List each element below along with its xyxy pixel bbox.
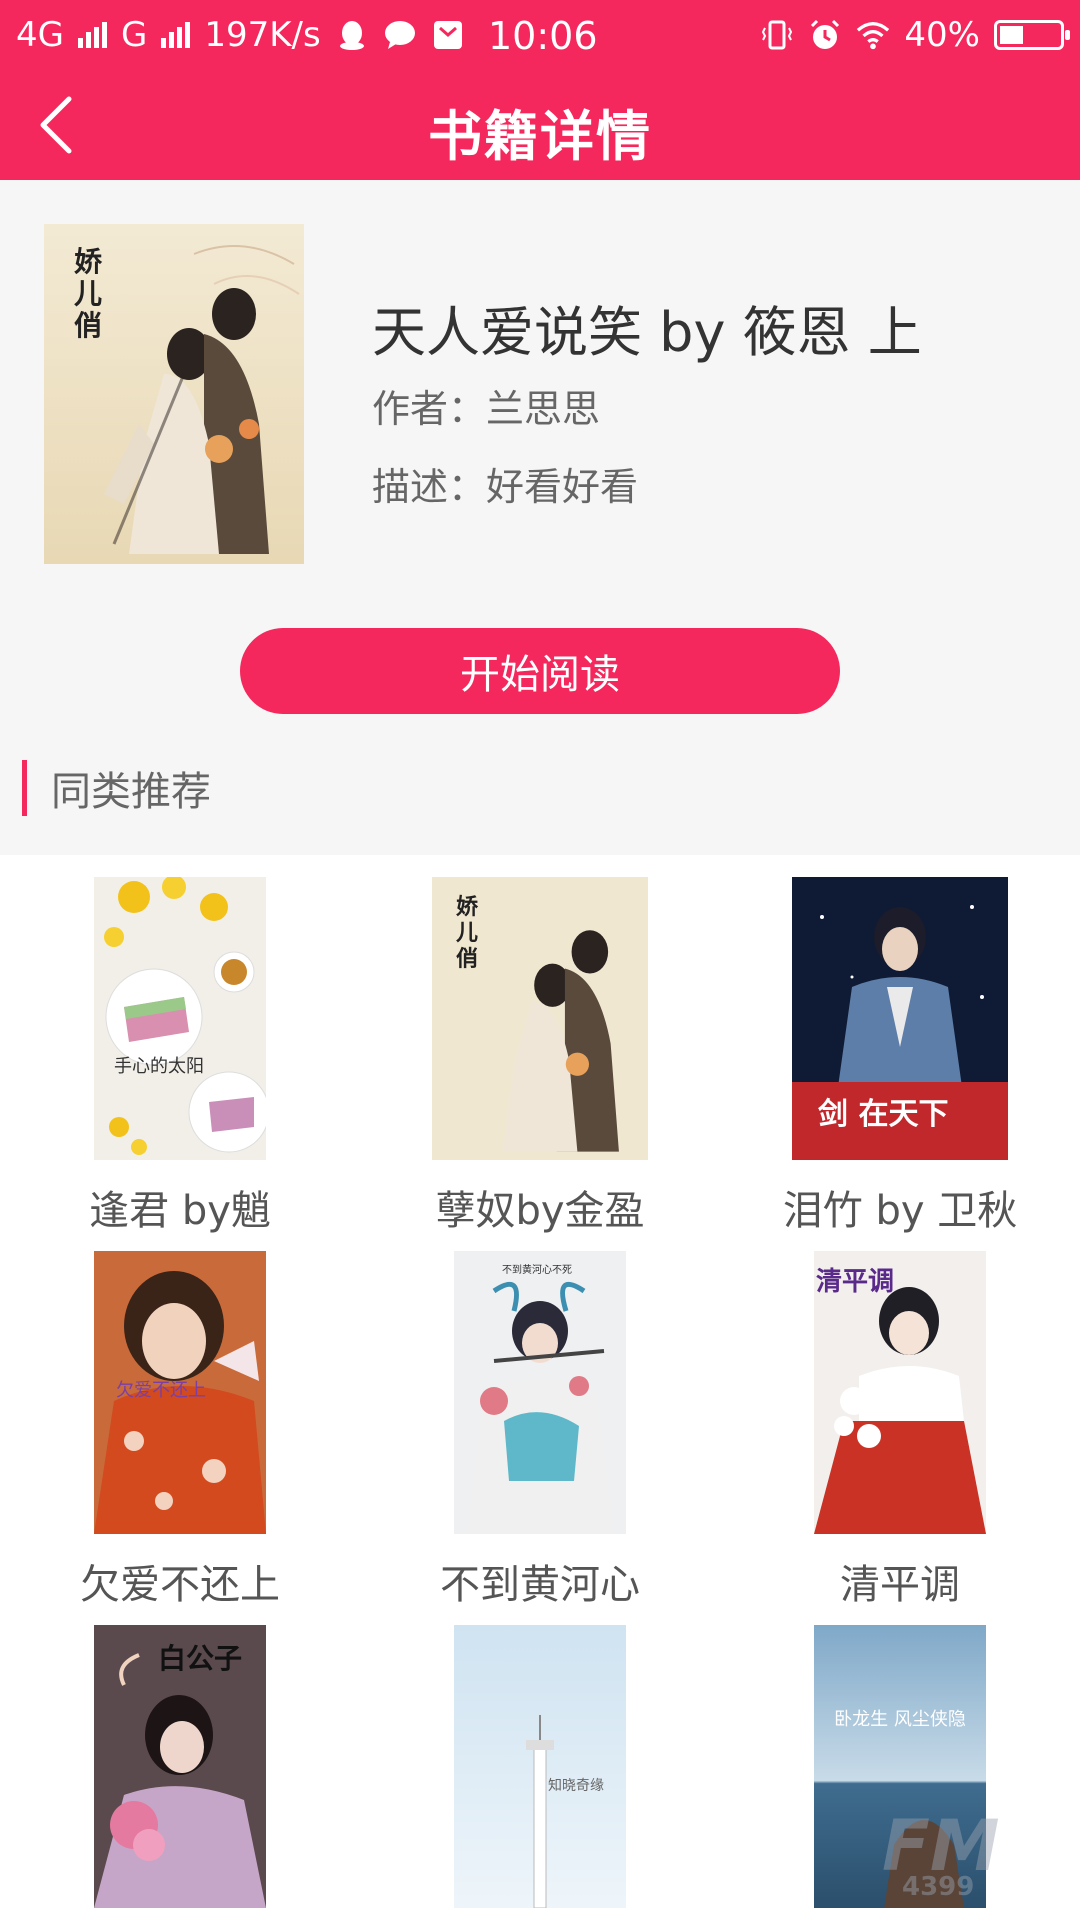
book-author: 作者：兰思思 [372,387,601,431]
recommendation-item[interactable]: 欠爱不还上 欠爱不还上 [0,1251,360,1610]
book-detail-section: 娇儿俏 天人爱说笑 by 筱恩 上 作者：兰思思 描述：好看好看 开始阅读 同类… [0,180,1080,855]
recommendation-cover-text: 知晓奇缘 [548,1778,604,1794]
recommendation-item[interactable]: 剑 在天下 泪竹 by 卫秋 [720,877,1080,1236]
recommendation-item[interactable]: 知晓奇缘 [360,1625,720,1926]
recommendation-cover-text: 手心的太阳 [114,1056,204,1077]
recommendation-item[interactable]: 清平调 清平调 [720,1251,1080,1610]
start-reading-button[interactable]: 开始阅读 [240,628,840,714]
signal-icon [77,22,107,48]
status-bar: 4G G 197K/s 10:06 40% [0,0,1080,70]
watermark-text: 4399 [902,1872,975,1902]
recommendation-cover[interactable]: 剑 在天下 [792,877,1008,1160]
section-header: 同类推荐 [22,760,211,816]
book-cover[interactable]: 娇儿俏 [44,224,304,564]
recommendation-cover[interactable]: 知晓奇缘 [454,1625,626,1908]
recommendation-item[interactable]: 娇儿俏 孽奴by金盈 [360,877,720,1236]
recommendation-title: 逢君 by魈 [89,1188,271,1234]
recommendation-item[interactable]: 不到黄河心不死 不到黄河心 [360,1251,720,1610]
recommendation-title: 泪竹 by 卫秋 [782,1188,1018,1234]
recommendation-cover-text: 剑 在天下 [818,1097,949,1132]
recommendation-cover-text: 清平调 [816,1267,895,1297]
recommendation-cover[interactable]: 不到黄河心不死 [454,1251,626,1534]
battery-icon [994,20,1070,50]
chat-bubble-icon [383,18,417,52]
clock: 10:06 [488,14,598,58]
recommendation-cover[interactable]: 白公子 [94,1625,266,1908]
page-title: 书籍详情 [428,105,652,168]
vibrate-icon [760,18,794,52]
recommendation-cover[interactable]: 手心的太阳 [94,877,266,1160]
qq-icon [335,18,369,52]
section-title: 同类推荐 [51,769,211,815]
alarm-icon [808,18,842,52]
recommendation-cover[interactable]: 欠爱不还上 [94,1251,266,1534]
recommendation-cover[interactable]: 清平调 [814,1251,986,1534]
book-title: 天人爱说笑 by 筱恩 上 [372,301,922,364]
book-description: 描述：好看好看 [372,465,639,509]
recommendation-cover[interactable]: 娇儿俏 [432,877,648,1160]
recommendation-cover-text: 卧龙生 风尘侠隐 [834,1709,966,1730]
battery-percent: 40% [904,15,980,55]
mail-icon [431,18,465,52]
site-watermark: FM 4399 [882,1800,1052,1905]
recommendation-title: 孽奴by金盈 [435,1188,645,1234]
title-bar: 书籍详情 [0,70,1080,180]
recommendation-cover-text: 欠爱不还上 [116,1380,206,1401]
recommendation-title: 清平调 [840,1562,960,1608]
recommendation-item[interactable]: 手心的太阳 逢君 by魈 [0,877,360,1236]
network-type-4g: 4G [16,15,64,55]
section-accent-bar [22,760,27,816]
recommendation-item[interactable]: 白公子 [0,1625,360,1926]
recommendation-cover-text: 白公子 [158,1642,243,1675]
network-speed: 197K/s [204,15,321,55]
wifi-icon [856,18,890,52]
network-type-g: G [120,15,148,55]
recommendation-cover-text: 娇儿俏 [456,895,479,972]
recommendation-title: 欠爱不还上 [80,1562,280,1608]
book-cover-text: 娇儿俏 [74,245,103,342]
signal-icon-2 [161,22,191,48]
recommendation-title: 不到黄河心 [440,1562,640,1608]
recommendation-cover-text: 不到黄河心不死 [502,1265,572,1276]
